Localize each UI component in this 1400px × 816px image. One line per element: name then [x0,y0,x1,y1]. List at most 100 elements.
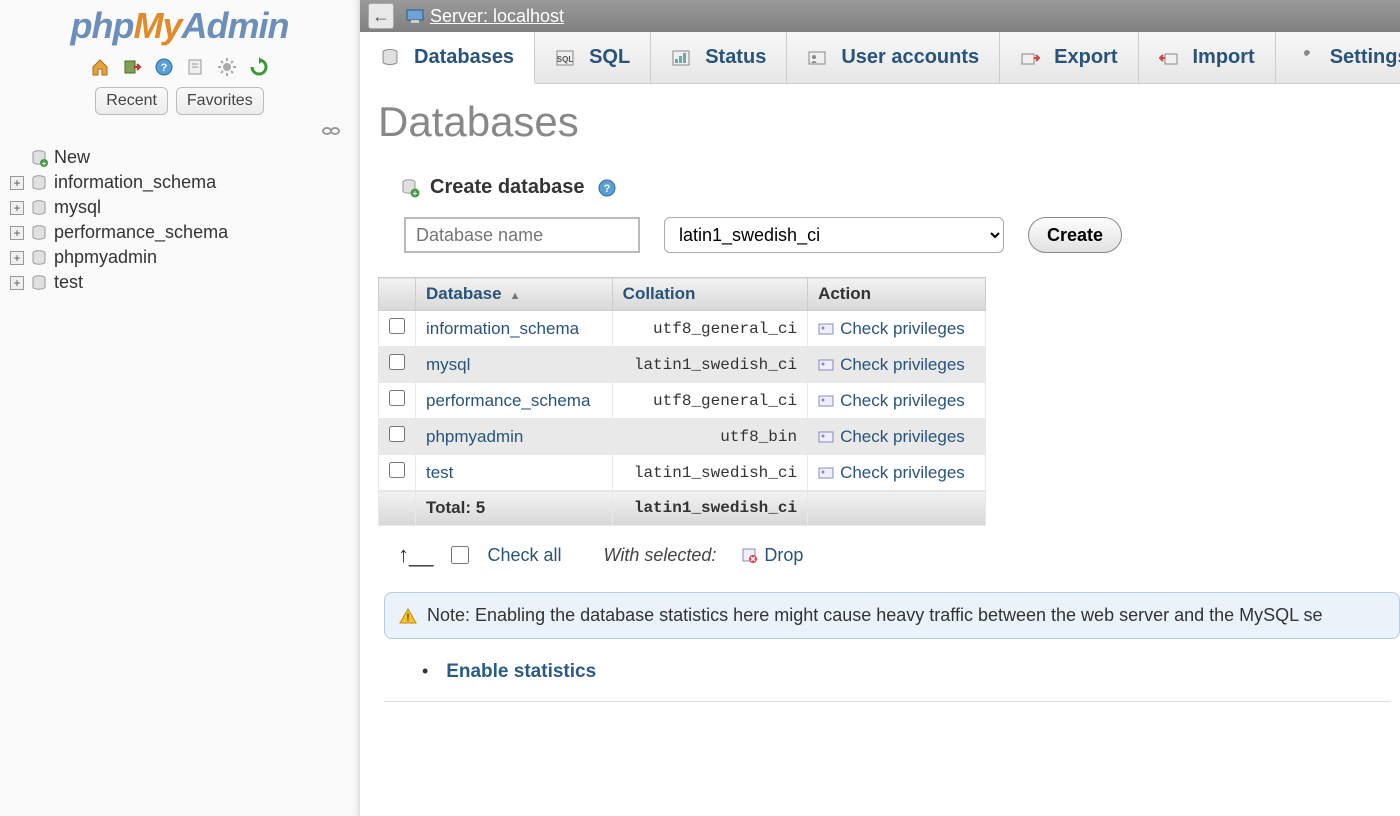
sort-asc-icon: ▲ [510,290,521,302]
tree-item-test[interactable]: + test [10,270,351,295]
database-icon [30,274,48,292]
back-button[interactable]: ← [368,3,394,29]
tab-import[interactable]: Import [1139,32,1276,83]
privileges-icon [818,466,834,480]
tree-item-label: test [54,272,83,293]
tree-item-performance_schema[interactable]: + performance_schema [10,220,351,245]
svg-text:?: ? [160,62,167,74]
tab-export[interactable]: Export [1000,32,1138,83]
main: ← Server: localhost Databases SQL SQL St… [360,0,1400,816]
check-privileges-link[interactable]: Check privileges [840,427,965,446]
db-tree: + + New + information_schema + mysql + p… [0,145,359,295]
row-checkbox[interactable] [389,390,405,406]
tree-new-label: New [54,147,90,168]
tab-label: Databases [414,46,514,69]
new-db-icon: + [30,149,48,167]
table-row: mysql latin1_swedish_ci Check privileges [379,347,986,383]
sidebar: phpMyAdmin ? Recent Fa [0,0,360,816]
privileges-icon [818,322,834,336]
db-link[interactable]: performance_schema [426,391,590,410]
docs-icon[interactable]: ? [154,57,174,77]
expand-icon[interactable]: + [10,176,24,190]
tab-label: SQL [589,46,630,69]
db-link[interactable]: mysql [426,355,470,374]
enable-statistics-link[interactable]: Enable statistics [446,661,596,682]
header-database[interactable]: Database▲ [416,278,613,311]
table-row: test latin1_swedish_ci Check privileges [379,455,986,491]
table-row: phpmyadmin utf8_bin Check privileges [379,419,986,455]
logout-icon[interactable] [122,57,142,77]
row-checkbox[interactable] [389,426,405,442]
create-heading: Create database [430,176,585,199]
table-row: information_schema utf8_general_ci Check… [379,311,986,347]
collapse-link-icon[interactable] [0,119,359,145]
settings-icon[interactable] [217,57,237,77]
check-privileges-link[interactable]: Check privileges [840,463,965,482]
with-selected-label: With selected: [604,545,717,566]
logo-my: My [133,5,181,46]
drop-icon [740,546,758,564]
check-privileges-link[interactable]: Check privileges [840,391,965,410]
db-link[interactable]: test [426,463,453,482]
tab-label: Export [1054,46,1117,69]
drop-label: Drop [764,545,803,566]
database-icon [30,174,48,192]
create-button[interactable]: Create [1028,217,1122,253]
check-privileges-link[interactable]: Check privileges [840,355,965,374]
tree-item-mysql[interactable]: + mysql [10,195,351,220]
check-privileges-link[interactable]: Check privileges [840,319,965,338]
header-collation[interactable]: Collation [612,278,807,311]
database-icon [30,249,48,267]
home-icon[interactable] [90,57,110,77]
privileges-icon [818,358,834,372]
logo-php: php [71,5,134,46]
header-checkbox-col [379,278,416,311]
collation-select[interactable]: latin1_swedish_ci [664,217,1004,253]
expand-icon[interactable]: + [10,226,24,240]
tab-databases[interactable]: Databases [360,32,535,84]
row-collation: utf8_general_ci [612,311,807,347]
privileges-icon [818,430,834,444]
page-title: Databases [378,98,1400,146]
reload-icon[interactable] [249,57,269,77]
logo-admin: Admin [182,5,289,46]
sql-icon[interactable] [185,57,205,77]
db-link[interactable]: phpmyadmin [426,427,523,446]
header-action: Action [808,278,986,311]
tree-item-label: performance_schema [54,222,228,243]
databases-icon [380,48,400,66]
import-icon [1159,49,1179,67]
tree-new-db[interactable]: + + New [10,145,351,170]
tab-user-accounts[interactable]: User accounts [787,32,1000,83]
tab-settings[interactable]: Settings [1276,32,1400,83]
row-checkbox[interactable] [389,354,405,370]
tree-item-information_schema[interactable]: + information_schema [10,170,351,195]
row-checkbox[interactable] [389,318,405,334]
svg-text:?: ? [603,183,610,195]
database-name-input[interactable] [404,217,640,253]
help-icon[interactable]: ? [597,178,617,198]
expand-icon[interactable]: + [10,276,24,290]
tree-item-label: phpmyadmin [54,247,157,268]
users-icon [807,49,827,67]
bulk-actions: ↑__ Check all With selected: Drop [378,526,1400,586]
db-link[interactable]: information_schema [426,319,579,338]
tree-item-phpmyadmin[interactable]: + phpmyadmin [10,245,351,270]
server-label[interactable]: Server: localhost [430,6,564,27]
table-total-row: Total: 5 latin1_swedish_ci [379,491,986,526]
check-all-checkbox[interactable] [451,546,469,564]
expand-icon[interactable]: + [10,251,24,265]
database-table: Database▲ Collation Action information_s… [378,277,986,526]
tab-status[interactable]: Status [651,32,787,83]
status-icon [671,49,691,67]
tab-bar: Databases SQL SQL Status User accounts E… [360,32,1400,84]
expand-icon[interactable]: + [10,201,24,215]
row-checkbox[interactable] [389,462,405,478]
drop-action[interactable]: Drop [740,545,803,566]
arrow-up-icon: ↑__ [398,542,433,568]
tab-sql[interactable]: SQL SQL [535,32,651,83]
check-all-link[interactable]: Check all [487,545,561,566]
favorites-tab[interactable]: Favorites [176,87,264,115]
sql-tab-icon: SQL [555,49,575,67]
recent-tab[interactable]: Recent [95,87,168,115]
